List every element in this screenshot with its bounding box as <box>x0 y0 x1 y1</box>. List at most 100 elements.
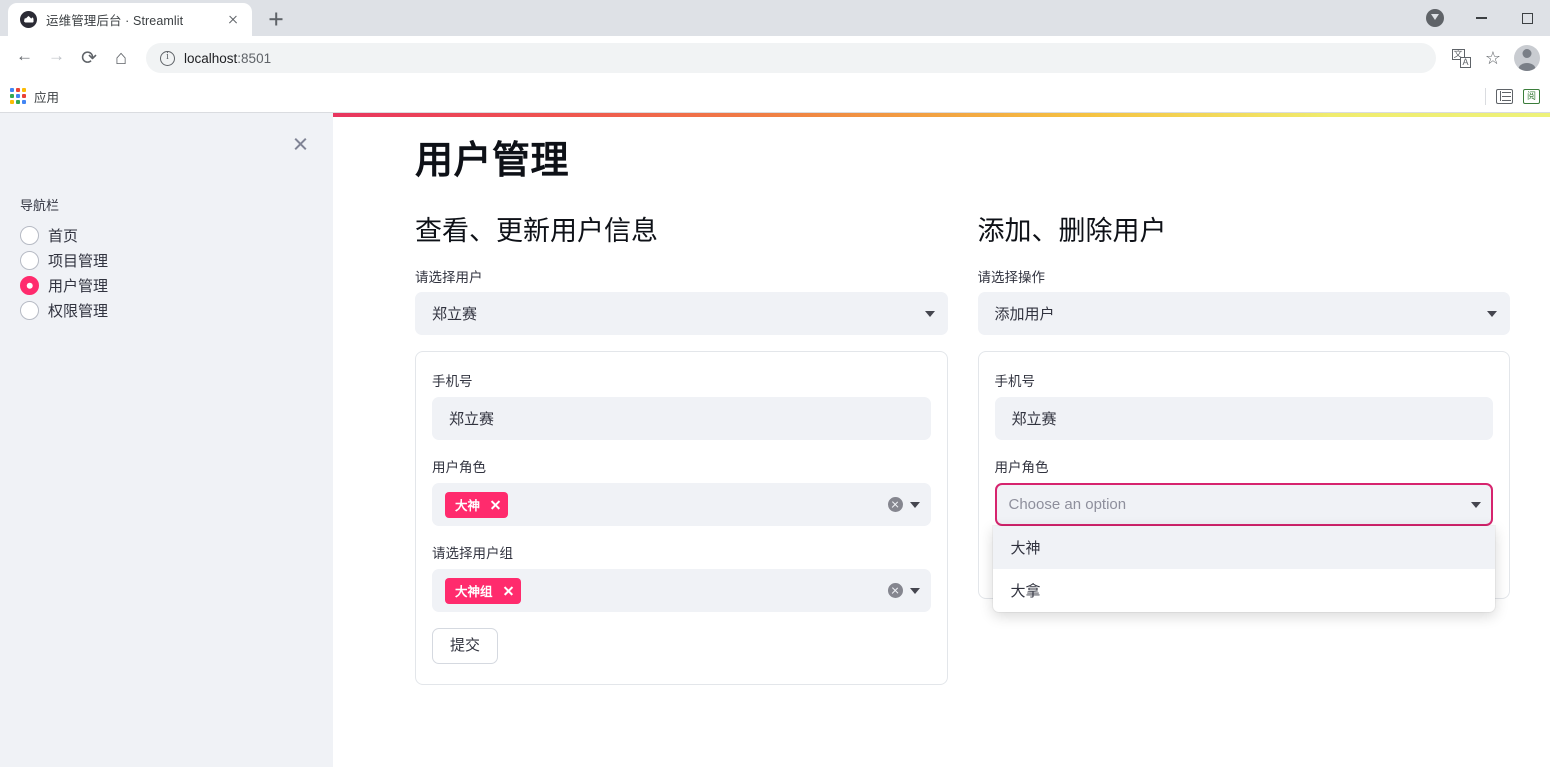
chevron-down-icon[interactable] <box>1471 501 1481 508</box>
remove-tag-icon[interactable] <box>503 585 514 596</box>
chevron-down-icon <box>924 310 935 317</box>
group-label: 请选择用户组 <box>432 546 513 562</box>
user-select-value: 郑立赛 <box>432 306 478 324</box>
view-update-user-card: 手机号 郑立赛 用户角色 大神 请选择用户组 大神组 提交 <box>415 351 948 685</box>
clear-all-icon[interactable] <box>887 583 903 599</box>
home-button[interactable] <box>106 43 136 73</box>
clear-all-icon[interactable] <box>887 497 903 513</box>
group-multiselect[interactable]: 大神组 <box>432 569 931 613</box>
download-badge-icon <box>1426 9 1444 27</box>
browser-toolbar: localhost:8501 <box>0 36 1550 80</box>
app-viewport: 导航栏 首页 项目管理 用户管理 权限管理 用户管理 查看、更新用户信息 请选择… <box>0 113 1550 767</box>
left-submit-button[interactable]: 提交 <box>432 628 499 664</box>
sidebar-legend: 导航栏 <box>20 198 60 213</box>
page-title: 用户管理 <box>415 140 570 182</box>
reading-list-icon[interactable] <box>1496 88 1513 104</box>
user-select[interactable]: 郑立赛 <box>415 292 948 336</box>
role-tag[interactable]: 大神 <box>445 491 509 518</box>
maximize-icon <box>1521 12 1533 24</box>
right-column: 添加、删除用户 请选择操作 添加用户 手机号 郑立赛 用户角色 Choose a… <box>977 215 1510 685</box>
left-column: 查看、更新用户信息 请选择用户 郑立赛 手机号 郑立赛 用户角色 大神 请选择用… <box>415 215 948 685</box>
multiselect-controls <box>1471 501 1481 508</box>
role-multiselect[interactable]: 大神 <box>432 483 931 527</box>
sidebar-item-home[interactable]: 首页 <box>20 223 313 248</box>
sidebar-item-label: 首页 <box>48 228 79 245</box>
phone-label: 手机号 <box>994 374 1036 390</box>
sidebar-item-permission-management[interactable]: 权限管理 <box>20 298 313 323</box>
sidebar-item-project-management[interactable]: 项目管理 <box>20 248 313 273</box>
download-button[interactable] <box>1412 0 1458 36</box>
multiselect-controls <box>887 497 920 513</box>
role-options-dropdown: 大神 大拿 <box>992 526 1496 613</box>
window-controls <box>1412 0 1550 36</box>
read-mode-icon[interactable]: 阅 <box>1523 88 1540 104</box>
role-multiselect-wrapper: Choose an option 大神 大拿 <box>992 483 1495 613</box>
role-tag-label: 大神 <box>455 499 481 514</box>
role-label: 用户角色 <box>432 460 486 476</box>
minimize-button[interactable] <box>1458 0 1504 36</box>
multiselect-controls <box>887 583 920 599</box>
avatar-icon[interactable] <box>1514 45 1540 71</box>
sidebar-item-label: 权限管理 <box>48 303 109 320</box>
chevron-down-icon[interactable] <box>909 501 920 508</box>
bookmarks-bar: 应用 阅 <box>0 80 1550 113</box>
radio-icon-selected[interactable] <box>20 276 39 295</box>
maximize-button[interactable] <box>1504 0 1550 36</box>
phone-input[interactable]: 郑立赛 <box>432 397 931 441</box>
address-bar[interactable]: localhost:8501 <box>146 43 1436 73</box>
phone-input[interactable]: 郑立赛 <box>994 397 1493 441</box>
sidebar-item-label: 项目管理 <box>48 253 109 270</box>
forward-arrow-icon <box>48 49 65 65</box>
dropdown-option[interactable]: 大神 <box>992 526 1495 570</box>
close-sidebar-icon[interactable] <box>287 131 313 157</box>
phone-value: 郑立赛 <box>449 411 495 429</box>
new-tab-button[interactable] <box>262 5 290 33</box>
chevron-down-icon[interactable] <box>909 587 920 594</box>
right-section-title: 添加、删除用户 <box>977 215 1167 246</box>
translate-button[interactable] <box>1446 43 1476 73</box>
bookmark-button[interactable] <box>1478 43 1508 73</box>
phone-value: 郑立赛 <box>1011 411 1057 429</box>
action-select-value: 添加用户 <box>994 306 1055 324</box>
divider <box>1485 87 1486 105</box>
group-tag-label: 大神组 <box>455 585 493 600</box>
url-text: localhost:8501 <box>184 51 271 66</box>
action-select[interactable]: 添加用户 <box>977 292 1510 336</box>
phone-label: 手机号 <box>432 374 473 390</box>
bookmarks-right-group: 阅 <box>1485 87 1540 105</box>
role-label: 用户角色 <box>994 460 1049 476</box>
forward-button[interactable] <box>42 43 72 73</box>
add-delete-user-card: 手机号 郑立赛 用户角色 Choose an option 大神 大拿 <box>977 351 1510 613</box>
url-port: :8501 <box>237 50 272 66</box>
tab-strip: 运维管理后台 · Streamlit <box>0 0 1550 36</box>
browser-tab[interactable]: 运维管理后台 · Streamlit <box>8 3 252 36</box>
apps-grid-icon[interactable] <box>10 88 26 104</box>
main-content: 用户管理 查看、更新用户信息 请选择用户 郑立赛 手机号 郑立赛 用户角色 大神… <box>333 113 1550 767</box>
radio-icon[interactable] <box>20 226 39 245</box>
chevron-down-icon <box>1487 310 1497 317</box>
minimize-icon <box>1475 17 1487 19</box>
role-multiselect-focused[interactable]: Choose an option <box>994 483 1493 527</box>
back-arrow-icon <box>16 49 33 65</box>
tab-title: 运维管理后台 · Streamlit <box>46 14 184 28</box>
back-button[interactable] <box>10 43 40 73</box>
left-section-title: 查看、更新用户信息 <box>415 215 658 246</box>
group-tag[interactable]: 大神组 <box>445 577 521 604</box>
app-sidebar: 导航栏 首页 项目管理 用户管理 权限管理 <box>0 113 333 767</box>
browser-window: 运维管理后台 · Streamlit localhost:8501 应用 <box>0 0 1550 767</box>
close-tab-icon[interactable] <box>224 11 242 29</box>
remove-tag-icon[interactable] <box>490 499 501 510</box>
dropdown-option[interactable]: 大拿 <box>993 569 1496 612</box>
url-host: localhost <box>184 50 238 66</box>
radio-icon[interactable] <box>20 301 39 320</box>
two-column-layout: 查看、更新用户信息 请选择用户 郑立赛 手机号 郑立赛 用户角色 大神 请选择用… <box>415 215 1510 685</box>
role-placeholder: Choose an option <box>1008 496 1127 514</box>
translate-icon <box>1451 48 1471 68</box>
sidebar-item-user-management[interactable]: 用户管理 <box>20 273 313 298</box>
site-info-icon[interactable] <box>160 50 175 66</box>
radio-icon[interactable] <box>20 251 39 270</box>
bookmark-apps-label[interactable]: 应用 <box>34 87 59 106</box>
streamlit-logo-icon <box>20 11 37 28</box>
user-select-label: 请选择用户 <box>415 270 483 286</box>
reload-button[interactable] <box>74 43 104 73</box>
